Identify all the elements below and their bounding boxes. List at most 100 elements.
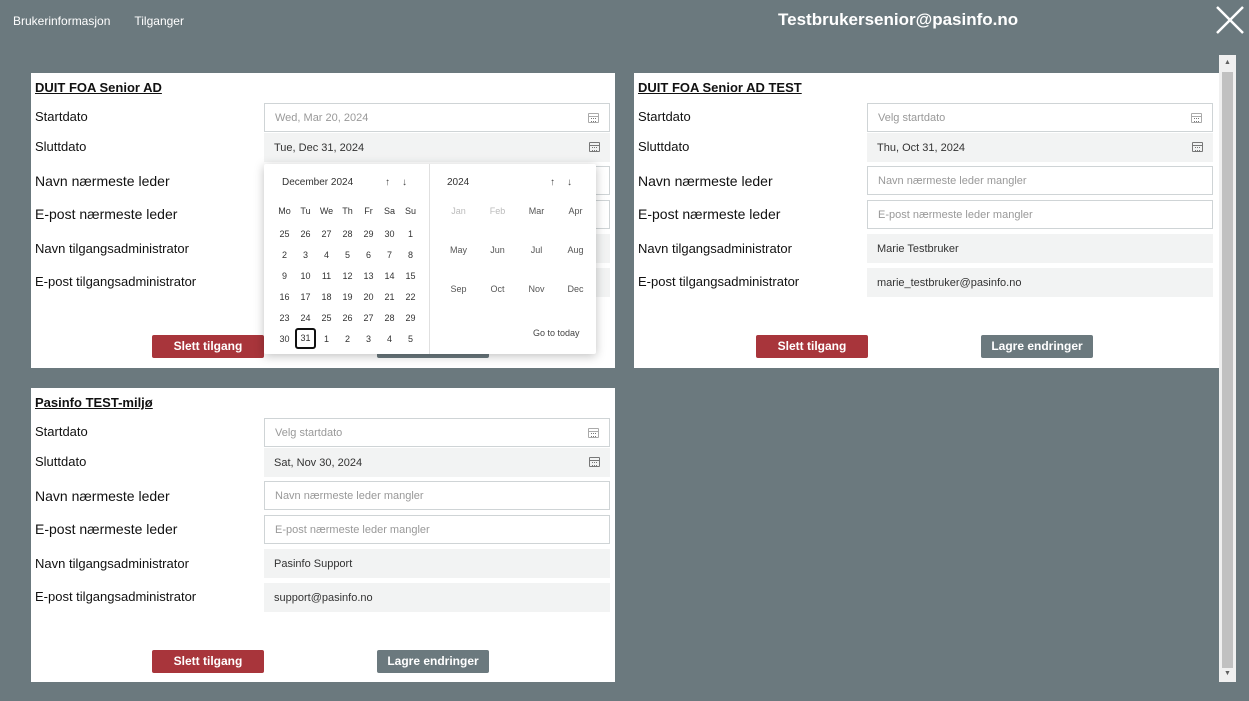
month-cell[interactable]: Apr [556, 206, 595, 216]
calendar-icon[interactable] [588, 428, 599, 438]
day-cell[interactable]: 13 [358, 271, 379, 281]
go-to-today-link[interactable]: Go to today [533, 328, 580, 338]
manager-name-input[interactable]: Navn nærmeste leder mangler [264, 481, 610, 510]
calendar-icon[interactable] [588, 113, 599, 123]
next-month-arrow-icon[interactable]: ↓ [402, 177, 407, 188]
save-changes-button[interactable]: Lagre endringer [377, 650, 489, 673]
previous-year-arrow-icon[interactable]: ↑ [550, 177, 555, 188]
day-cell[interactable]: 25 [274, 229, 295, 239]
scrollbar[interactable]: ▲ ▼ [1219, 55, 1236, 682]
day-cell[interactable]: 26 [337, 313, 358, 323]
day-cell[interactable]: 28 [337, 229, 358, 239]
manager-email-input[interactable]: E-post nærmeste leder mangler [264, 515, 610, 544]
day-cell[interactable]: 3 [295, 250, 316, 260]
calendar-icon[interactable] [1191, 113, 1202, 123]
day-cell[interactable]: 11 [316, 271, 337, 281]
scroll-thumb[interactable] [1222, 72, 1233, 668]
day-cell[interactable]: 14 [379, 271, 400, 281]
manager-name-label: Navn nærmeste leder [638, 173, 773, 189]
week-row: 25 26 27 28 29 30 1 [274, 223, 421, 244]
tab-tilganger[interactable]: Tilganger [134, 14, 184, 28]
day-cell[interactable]: 18 [316, 292, 337, 302]
day-cell[interactable]: 15 [400, 271, 421, 281]
month-cell[interactable]: Mar [517, 206, 556, 216]
weekday-label: Tu [300, 205, 311, 216]
day-cell[interactable]: 27 [316, 229, 337, 239]
day-cell[interactable]: 21 [379, 292, 400, 302]
day-cell[interactable]: 16 [274, 292, 295, 302]
day-cell[interactable]: 17 [295, 292, 316, 302]
admin-email-value: support@pasinfo.no [274, 591, 373, 604]
month-cell[interactable]: May [439, 245, 478, 255]
day-cell[interactable]: 25 [316, 313, 337, 323]
day-cell[interactable]: 31 [295, 328, 316, 349]
sluttdato-value: Sat, Nov 30, 2024 [274, 456, 363, 469]
day-cell[interactable]: 7 [379, 250, 400, 260]
day-cell[interactable]: 26 [295, 229, 316, 239]
month-cell[interactable]: Nov [517, 284, 556, 294]
year-label[interactable]: 2024 [447, 177, 469, 188]
month-cell[interactable]: Dec [556, 284, 595, 294]
close-icon[interactable] [1213, 3, 1247, 37]
day-cell[interactable]: 19 [337, 292, 358, 302]
calendar-icon[interactable] [589, 457, 600, 467]
previous-month-arrow-icon[interactable]: ↑ [385, 177, 390, 188]
day-cell[interactable]: 10 [295, 271, 316, 281]
delete-access-button[interactable]: Slett tilgang [152, 335, 264, 358]
day-cell[interactable]: 20 [358, 292, 379, 302]
month-cell[interactable]: Oct [478, 284, 517, 294]
day-cell[interactable]: 2 [337, 334, 358, 344]
day-cell[interactable]: 4 [379, 334, 400, 344]
month-cell[interactable]: Jun [478, 245, 517, 255]
page-title: Testbrukersenior@pasinfo.no [778, 10, 1019, 29]
sluttdato-field[interactable]: Thu, Oct 31, 2024 [867, 133, 1213, 162]
startdato-field[interactable]: Wed, Mar 20, 2024 [264, 103, 610, 132]
day-cell[interactable]: 1 [400, 229, 421, 239]
delete-access-button[interactable]: Slett tilgang [756, 335, 868, 358]
week-row: 23 24 25 26 27 28 29 [274, 307, 421, 328]
day-cell[interactable]: 5 [400, 334, 421, 344]
month-cell[interactable]: Jul [517, 245, 556, 255]
calendar-icon[interactable] [589, 142, 600, 152]
scroll-down-arrow-icon[interactable]: ▼ [1219, 666, 1236, 682]
next-year-arrow-icon[interactable]: ↓ [567, 177, 572, 188]
sluttdato-value: Tue, Dec 31, 2024 [274, 141, 365, 154]
scroll-up-arrow-icon[interactable]: ▲ [1219, 55, 1236, 71]
manager-email-label: E-post nærmeste leder [35, 521, 178, 537]
day-cell[interactable]: 4 [316, 250, 337, 260]
startdato-field[interactable]: Velg startdato [867, 103, 1213, 132]
sluttdato-field[interactable]: Sat, Nov 30, 2024 [264, 448, 610, 477]
admin-name-value: Pasinfo Support [274, 557, 353, 570]
tab-brukerinformasjon[interactable]: Brukerinformasjon [13, 14, 110, 28]
day-cell[interactable]: 5 [337, 250, 358, 260]
save-changes-button[interactable]: Lagre endringer [981, 335, 1093, 358]
day-cell[interactable]: 9 [274, 271, 295, 281]
day-cell[interactable]: 2 [274, 250, 295, 260]
manager-name-input[interactable]: Navn nærmeste leder mangler [867, 166, 1213, 195]
month-label[interactable]: December 2024 [282, 177, 353, 188]
day-cell[interactable]: 3 [358, 334, 379, 344]
manager-email-input[interactable]: E-post nærmeste leder mangler [867, 200, 1213, 229]
day-cell[interactable]: 8 [400, 250, 421, 260]
day-cell[interactable]: 24 [295, 313, 316, 323]
day-cell[interactable]: 23 [274, 313, 295, 323]
month-cell[interactable]: Aug [556, 245, 595, 255]
startdato-field[interactable]: Velg startdato [264, 418, 610, 447]
calendar-icon[interactable] [1192, 142, 1203, 152]
day-cell[interactable]: 1 [316, 334, 337, 344]
card-title: DUIT FOA Senior AD TEST [638, 80, 802, 95]
delete-access-button[interactable]: Slett tilgang [152, 650, 264, 673]
startdato-label: Startdato [35, 109, 88, 124]
sluttdato-field[interactable]: Tue, Dec 31, 2024 [264, 133, 610, 162]
day-cell[interactable]: 12 [337, 271, 358, 281]
day-cell[interactable]: 30 [379, 229, 400, 239]
day-cell[interactable]: 30 [274, 334, 295, 344]
admin-name-label: Navn tilgangsadministrator [35, 556, 189, 571]
day-cell[interactable]: 27 [358, 313, 379, 323]
day-cell[interactable]: 28 [379, 313, 400, 323]
day-cell[interactable]: 29 [358, 229, 379, 239]
day-cell[interactable]: 29 [400, 313, 421, 323]
day-cell[interactable]: 22 [400, 292, 421, 302]
month-cell[interactable]: Sep [439, 284, 478, 294]
day-cell[interactable]: 6 [358, 250, 379, 260]
